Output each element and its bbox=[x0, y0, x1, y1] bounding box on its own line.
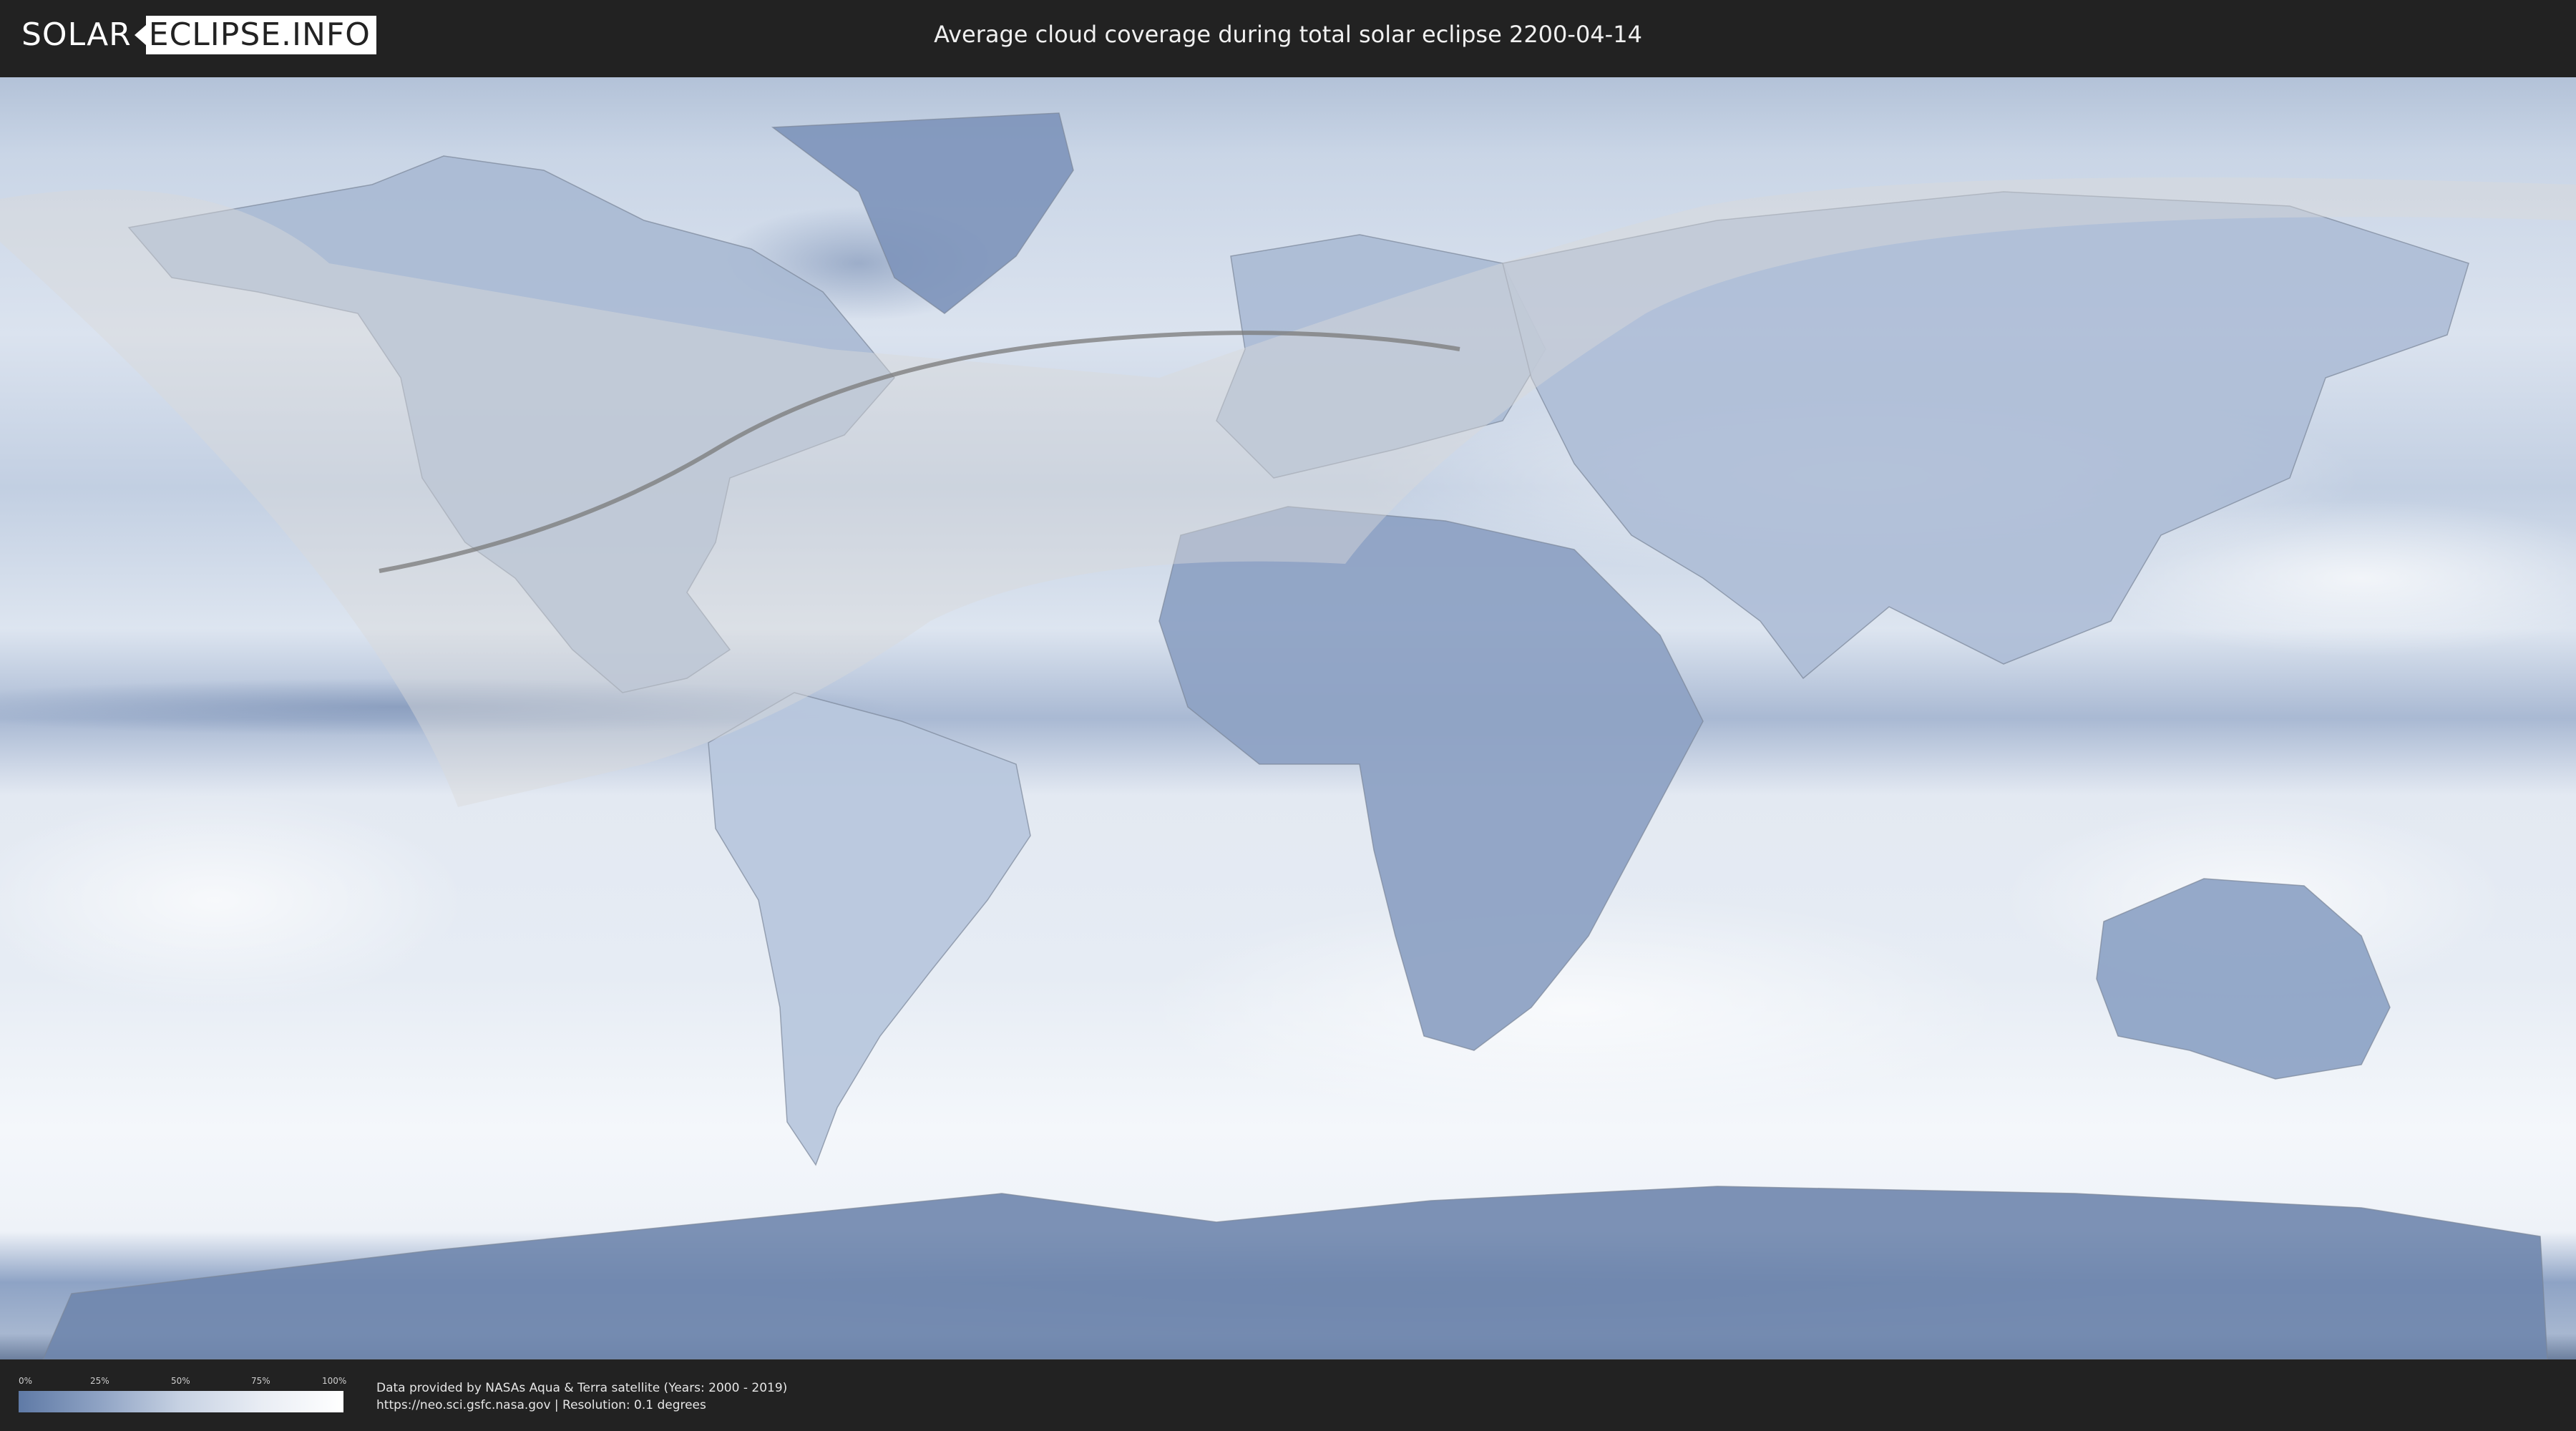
credit-line-1: Data provided by NASAs Aqua & Terra sate… bbox=[376, 1381, 788, 1395]
cloud-coverage-map bbox=[0, 77, 2576, 1359]
credit-line-2: https://neo.sci.gsfc.nasa.gov | Resoluti… bbox=[376, 1398, 706, 1412]
data-credit: Data provided by NASAs Aqua & Terra sate… bbox=[376, 1379, 787, 1414]
legend-ticks: 0% 25% 50% 75% 100% bbox=[19, 1375, 347, 1387]
legend-tick: 25% bbox=[90, 1376, 109, 1386]
legend-color-scale bbox=[19, 1391, 343, 1412]
legend-tick: 0% bbox=[19, 1376, 33, 1386]
header-bar: SOLAR ECLIPSE.INFO Average cloud coverag… bbox=[0, 0, 2576, 72]
legend-tick: 50% bbox=[171, 1376, 190, 1386]
legend-tick: 75% bbox=[251, 1376, 270, 1386]
page-title: Average cloud coverage during total sola… bbox=[934, 21, 1642, 48]
legend-tick: 100% bbox=[322, 1376, 347, 1386]
